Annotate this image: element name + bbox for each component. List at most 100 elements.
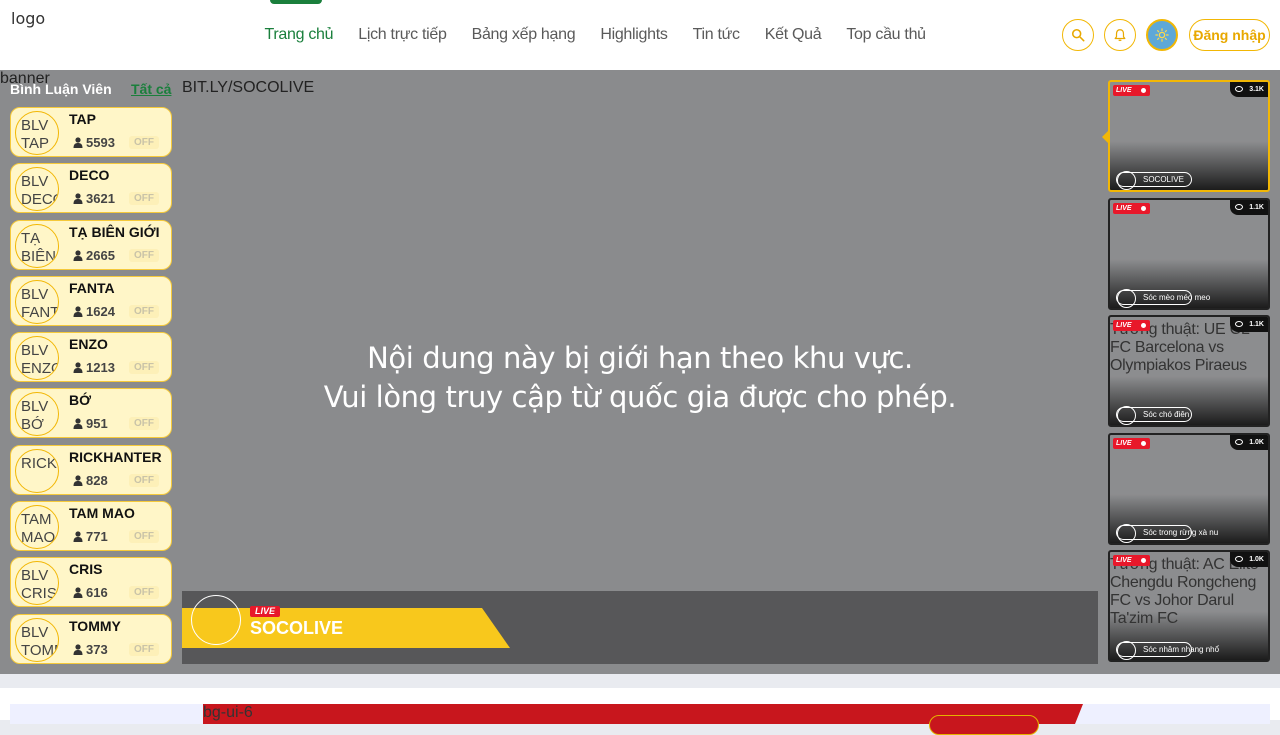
viewer-count-value: 3621: [86, 191, 115, 207]
commentator-card[interactable]: BLV TOMMY TOMMY 373 OFF: [10, 613, 172, 664]
stream-owner: SOCOLIVE: [1116, 171, 1192, 190]
commentator-card[interactable]: BLV CRIS CRIS 616 OFF: [10, 557, 172, 608]
status-badge: OFF: [129, 586, 159, 600]
commentator-name: BỚ: [69, 392, 92, 409]
nav-news-label: Tin tức: [692, 26, 740, 43]
commentator-card[interactable]: BLV TAP TAP 5593 OFF: [10, 107, 172, 157]
live-badge: LIVE: [1113, 320, 1150, 331]
commentator-name: TAP: [69, 111, 96, 127]
viewer-count: 1624: [73, 304, 115, 319]
channel-avatar[interactable]: [191, 595, 241, 645]
avatar: BLV TAP: [15, 111, 59, 155]
viewer-count: 5593: [73, 135, 115, 150]
sun-icon: [1155, 28, 1169, 42]
viewer-count: 616: [73, 585, 108, 600]
live-badge: LIVE: [1113, 437, 1150, 449]
bottom-section: [0, 688, 1280, 724]
search-button[interactable]: [1062, 19, 1094, 51]
video-player[interactable]: BIT.LY/SOCOLIVE Nội dung này bị giới hạn…: [182, 79, 1098, 664]
nav-live-schedule[interactable]: Lịch trực tiếp: [346, 0, 459, 70]
bottom-banner: [10, 704, 1270, 724]
notification-button[interactable]: [1104, 19, 1136, 51]
view-count-value: 1.0K: [1249, 556, 1264, 563]
bottom-banner-image: bg-ui-6: [203, 704, 253, 721]
site-logo[interactable]: logo: [10, 9, 45, 28]
commentator-name: TOMMY: [69, 617, 121, 634]
status-badge: OFF: [129, 248, 159, 262]
stream-owner: Sóc nhâm nhang nhổ: [1116, 641, 1219, 660]
stream-card[interactable]: Tường thuật: AC Elite Chengdu Rongcheng …: [1108, 550, 1270, 662]
status-badge: OFF: [129, 530, 159, 544]
login-button[interactable]: Đăng nhập: [1189, 19, 1270, 51]
nav-results-label: Kết Quả: [764, 26, 822, 43]
view-count-value: 1.1K: [1249, 203, 1264, 211]
viewer-count-value: 2665: [86, 247, 115, 263]
channel-name[interactable]: SOCOLIVE: [250, 618, 343, 639]
stream-card[interactable]: LIVE 3.1K SOCOLIVE: [1108, 80, 1270, 192]
status-badge: OFF: [129, 136, 159, 149]
commentator-name: DECO: [69, 167, 110, 184]
user-icon: [73, 362, 83, 374]
nav-results[interactable]: Kết Quả: [752, 0, 834, 70]
geo-restriction-message: Nội dung này bị giới hạn theo khu vực. V…: [182, 339, 1098, 417]
user-icon: [73, 137, 83, 148]
user-icon: [73, 249, 83, 261]
stream-owner: Sóc mèo méo meo: [1116, 288, 1210, 308]
nav-home-label: Trang chủ: [264, 26, 334, 43]
avatar: TAM MAO: [15, 505, 59, 550]
theme-toggle-button[interactable]: [1146, 19, 1178, 51]
stream-owner: Sóc trong rừng xà nu: [1116, 523, 1218, 543]
eye-icon: [1235, 203, 1243, 210]
commentator-card[interactable]: BLV DECO DECO 3621 OFF: [10, 163, 172, 214]
commentator-card[interactable]: RICKHANTER RICKHANTER 828 OFF: [10, 444, 172, 495]
nav-live-schedule-label: Lịch trực tiếp: [358, 26, 447, 43]
stream-card[interactable]: LIVE 1.0K Sóc trong rừng xà nu: [1108, 432, 1270, 545]
user-icon: [73, 193, 83, 205]
commentators-heading: Bình Luận Viên: [10, 81, 112, 97]
live-badge: LIVE: [250, 606, 280, 617]
commentator-name: TAM MAO: [69, 505, 135, 522]
commentator-name: ENZO: [69, 336, 108, 353]
stream-card[interactable]: LIVE 1.1K Sóc mèo méo meo: [1108, 197, 1270, 310]
status-badge: OFF: [129, 304, 159, 318]
nav-top-players[interactable]: Top cầu thủ: [834, 0, 938, 70]
search-icon: [1071, 28, 1085, 42]
geo-message-line-2: Vui lòng truy cập từ quốc gia được cho p…: [323, 380, 957, 414]
bell-icon: [1114, 29, 1126, 42]
live-badge: LIVE: [1113, 202, 1150, 214]
viewer-count: 1213: [73, 360, 115, 375]
stream-card[interactable]: Tường thuật: UE CL FC Barcelona vs Olymp…: [1108, 315, 1270, 427]
stream-owner: Sóc chó điên: [1116, 406, 1192, 425]
live-badge: LIVE: [1113, 555, 1150, 566]
status-badge: OFF: [129, 473, 159, 487]
commentator-card[interactable]: BLV BỚ BỚ 951 OFF: [10, 388, 172, 439]
commentator-name: FANTA: [69, 279, 115, 296]
bottom-banner-button[interactable]: [929, 715, 1039, 735]
view-count: 1.0K: [1230, 434, 1268, 450]
status-badge: OFF: [129, 417, 159, 431]
main-stage: banner Bình Luận Viên Tất cả BLV TAP TAP 5…: [0, 70, 1280, 674]
viewer-count-value: 1624: [86, 303, 115, 319]
nav-news[interactable]: Tin tức: [680, 0, 752, 70]
nav-standings[interactable]: Bảng xếp hạng: [459, 0, 588, 70]
commentator-card[interactable]: BLV ENZO ENZO 1213 OFF: [10, 332, 172, 383]
avatar: BLV CRIS: [15, 561, 59, 606]
nav-highlights[interactable]: Highlights: [588, 0, 680, 70]
viewer-count: 3621: [73, 191, 115, 206]
avatar: BLV ENZO: [15, 336, 59, 381]
user-icon: [73, 418, 83, 430]
commentator-card[interactable]: TẠ BIÊN GIỚI TẠ BIÊN GIỚI 2665 OFF: [10, 219, 172, 270]
eye-icon: [1235, 556, 1243, 562]
view-count-value: 1.1K: [1249, 321, 1264, 328]
geo-message-line-1: Nội dung này bị giới hạn theo khu vực.: [367, 341, 913, 375]
view-count: 3.1K: [1230, 82, 1268, 97]
avatar: TẠ BIÊN GIỚI: [15, 223, 59, 268]
see-all-link[interactable]: Tất cả: [131, 81, 171, 97]
viewer-count-value: 1213: [86, 360, 115, 376]
viewer-count: 2665: [73, 248, 115, 263]
nav-home[interactable]: Trang chủ: [252, 0, 346, 70]
user-icon: [73, 531, 83, 543]
viewer-count-value: 373: [86, 641, 108, 657]
commentator-card[interactable]: TAM MAO TAM MAO 771 OFF: [10, 501, 172, 552]
commentator-card[interactable]: BLV FANTA FANTA 1624 OFF: [10, 275, 172, 326]
